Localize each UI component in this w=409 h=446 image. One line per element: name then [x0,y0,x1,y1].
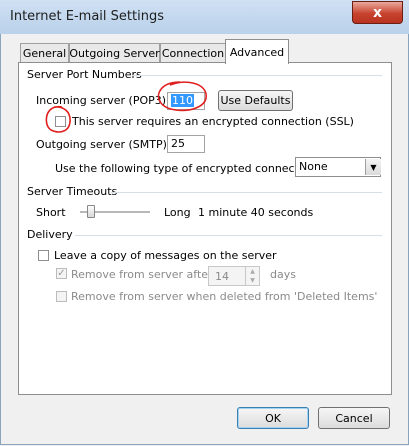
tab-advanced[interactable]: Advanced [225,39,289,64]
incoming-port-input[interactable]: 110 [167,92,205,110]
advanced-panel [18,62,392,395]
group-separator [111,192,382,193]
tab-label: General [22,47,67,60]
ssl-label: This server requires an encrypted connec… [72,115,354,128]
incoming-server-label: Incoming server (POP3): [36,94,170,107]
tab-label: Outgoing Server [69,47,160,60]
timeout-slider-thumb[interactable] [87,205,95,218]
remove-after-label: Remove from server after [71,268,213,281]
outgoing-port-input[interactable]: 25 [167,135,205,153]
tab-label: Connection [161,47,225,60]
window-title: Internet E-mail Settings [10,9,164,24]
close-icon: x [372,4,383,21]
encryption-type-select[interactable]: None ▼ [295,157,381,177]
incoming-port-value: 110 [171,94,194,107]
encryption-type-value: None [299,160,328,173]
tab-outgoing-server[interactable]: Outgoing Server [69,43,160,63]
group-separator [75,235,382,236]
outgoing-port-value: 25 [171,137,185,150]
leave-copy-label: Leave a copy of messages on the server [54,249,277,262]
ok-button[interactable]: OK [237,407,309,429]
spin-up-icon[interactable]: ▲ [245,267,259,276]
cancel-label: Cancel [335,411,373,425]
remove-after-days-value: 14 [215,270,229,283]
encryption-type-label: Use the following type of encrypted conn… [55,162,320,175]
ok-label: OK [265,411,281,425]
timeout-long-label: Long [164,206,191,219]
use-defaults-label: Use Defaults [220,94,291,107]
timeout-value: 1 minute 40 seconds [198,206,314,219]
outgoing-server-label: Outgoing server (SMTP): [36,138,171,151]
cancel-button[interactable]: Cancel [318,407,390,429]
close-button[interactable]: x [352,1,403,24]
spin-down-icon[interactable]: ▼ [245,276,259,285]
remove-deleted-checkbox[interactable] [56,291,67,302]
checkmark-icon: ✓ [57,268,66,279]
server-timeouts-heading: Server Timeouts [27,185,118,198]
remove-after-checkbox[interactable]: ✓ [56,268,67,279]
server-ports-heading: Server Port Numbers [27,68,142,81]
tab-label: Advanced [229,45,285,59]
ssl-checkbox[interactable] [55,116,66,127]
group-separator [132,75,382,76]
tab-general[interactable]: General [20,43,69,63]
timeout-short-label: Short [36,206,66,219]
tab-connection[interactable]: Connection [160,43,226,63]
delivery-heading: Delivery [27,228,73,241]
days-label: days [270,268,296,281]
leave-copy-checkbox[interactable] [38,250,49,261]
remove-after-days-spinner[interactable]: 14 ▲ ▼ [208,266,260,286]
chevron-down-icon: ▼ [365,159,381,175]
remove-deleted-label: Remove from server when deleted from 'De… [71,290,378,303]
use-defaults-button[interactable]: Use Defaults [218,90,293,111]
